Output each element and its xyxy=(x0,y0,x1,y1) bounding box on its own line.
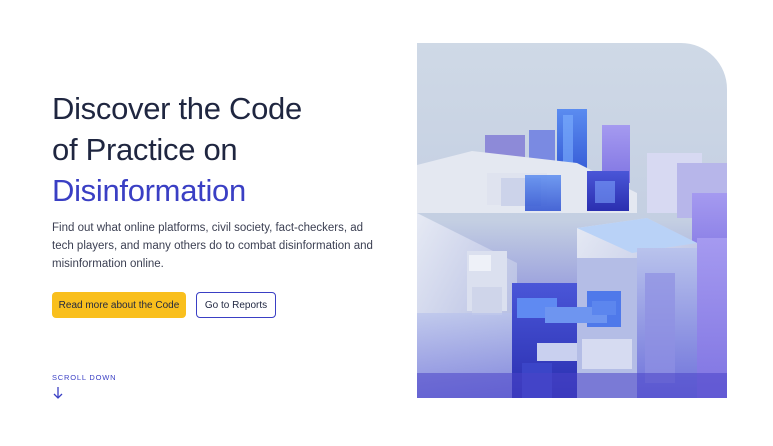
hero-description: Find out what online platforms, civil so… xyxy=(52,222,373,270)
hero-image xyxy=(417,43,727,398)
go-to-reports-button[interactable]: Go to Reports xyxy=(196,292,276,318)
read-more-button[interactable]: Read more about the Code xyxy=(52,292,186,318)
title-accent: Disinformation xyxy=(52,173,246,208)
cubes-illustration xyxy=(417,43,727,398)
scroll-down-link[interactable]: SCROLL DOWN xyxy=(52,373,116,382)
page-title: Discover the Code of Practice on Disinfo… xyxy=(52,88,392,211)
arrow-down-icon[interactable] xyxy=(52,386,64,400)
title-line-1: Discover the Code xyxy=(52,91,302,126)
title-line-2: of Practice on xyxy=(52,132,238,167)
hero-section: Discover the Code of Practice on Disinfo… xyxy=(0,0,773,446)
